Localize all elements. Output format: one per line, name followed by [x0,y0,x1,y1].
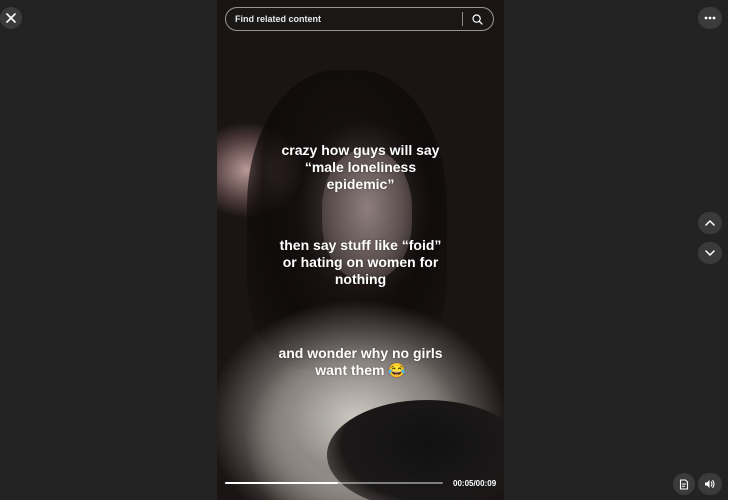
video-time-display: 00:05/00:09 [453,479,497,488]
page-scrollbar[interactable] [728,0,732,500]
chevron-down-icon [705,250,715,256]
search-bar[interactable]: Find related content [225,7,494,31]
caption-line-1: crazy how guys will say “male loneliness… [281,142,440,192]
caption-text-3: and wonder why no girls want them 😂 [217,345,504,379]
next-video-button[interactable] [698,242,722,264]
chevron-up-icon [705,220,715,226]
caption-text-1: crazy how guys will say “male loneliness… [217,142,504,193]
captions-icon [679,478,689,490]
caption-line-2: then say stuff like “foid” or hating on … [279,237,442,287]
close-icon [6,13,16,23]
search-button[interactable] [469,11,485,27]
caption-text-2: then say stuff like “foid” or hating on … [217,237,504,288]
caption-line-3: and wonder why no girls want them 😂 [278,345,443,378]
video-progress-fill [225,482,339,484]
volume-button[interactable] [698,473,722,495]
search-input[interactable]: Find related content [226,14,462,24]
captions-button[interactable] [673,473,695,495]
more-horizontal-icon [704,16,716,20]
close-button[interactable] [0,7,22,29]
search-divider [462,12,463,26]
video-progress-bar[interactable] [225,482,443,484]
previous-video-button[interactable] [698,212,722,234]
search-icon [471,13,483,25]
volume-icon [705,480,715,488]
more-options-button[interactable] [698,7,722,29]
